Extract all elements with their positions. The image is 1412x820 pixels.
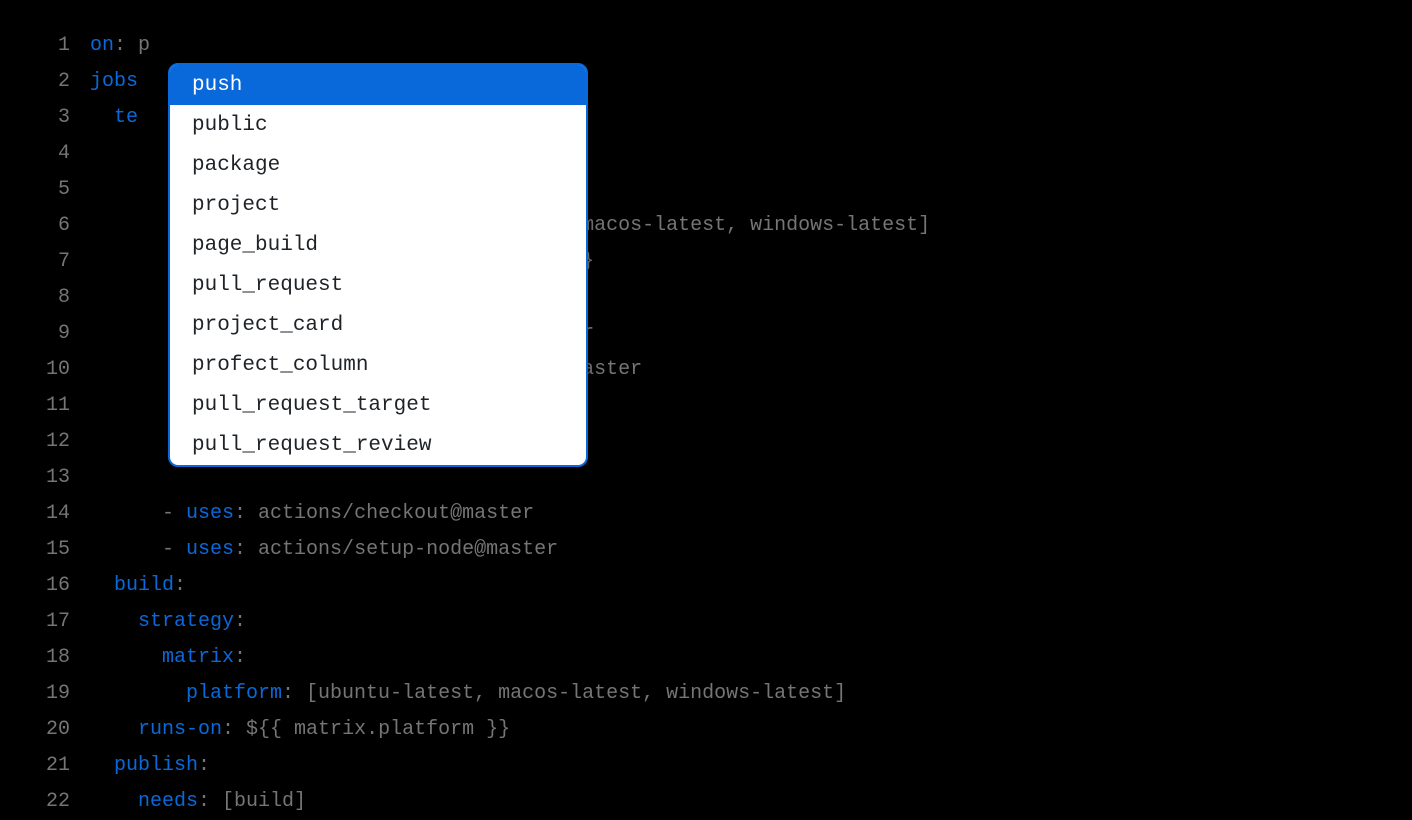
yaml-colon: :: [234, 538, 258, 561]
line-number: 1: [58, 28, 70, 64]
line-number: 6: [58, 208, 70, 244]
code-line[interactable]: needs: [build]: [90, 784, 1412, 820]
yaml-colon: :: [198, 790, 222, 813]
yaml-indent: [90, 790, 138, 813]
autocomplete-item-public[interactable]: public: [170, 105, 586, 145]
yaml-value: [build]: [222, 790, 306, 813]
yaml-key: runs-on: [138, 718, 222, 741]
autocomplete-item-profect-column[interactable]: profect_column: [170, 345, 586, 385]
line-number: 15: [46, 532, 70, 568]
code-line[interactable]: on: p: [90, 28, 1412, 64]
yaml-colon: :: [234, 610, 246, 633]
line-number: 14: [46, 496, 70, 532]
line-number: 17: [46, 604, 70, 640]
yaml-colon: :: [174, 574, 186, 597]
yaml-indent: [90, 718, 138, 741]
autocomplete-item-push[interactable]: push: [170, 65, 586, 105]
yaml-key: matrix: [162, 646, 234, 669]
line-number: 2: [58, 64, 70, 100]
yaml-key: on: [90, 34, 114, 57]
autocomplete-item-package[interactable]: package: [170, 145, 586, 185]
autocomplete-item-pull-request[interactable]: pull_request: [170, 265, 586, 305]
yaml-key: uses: [186, 538, 234, 561]
yaml-indent: [90, 574, 114, 597]
yaml-indent: [90, 610, 138, 633]
line-number: 7: [58, 244, 70, 280]
line-number: 4: [58, 136, 70, 172]
yaml-value: actions/setup-node@master: [258, 538, 558, 561]
code-line[interactable]: strategy:: [90, 604, 1412, 640]
autocomplete-popup[interactable]: push public package project page_build p…: [168, 63, 588, 467]
line-number-gutter: 1 2 3 4 5 6 7 8 9 10 11 12 13 14 15 16 1…: [0, 28, 90, 820]
yaml-value: p: [138, 34, 150, 57]
yaml-colon: :: [234, 646, 246, 669]
line-number: 13: [46, 460, 70, 496]
yaml-colon: :: [282, 682, 306, 705]
line-number: 20: [46, 712, 70, 748]
code-line[interactable]: - uses: actions/setup-node@master: [90, 532, 1412, 568]
yaml-key: needs: [138, 790, 198, 813]
yaml-colon: :: [222, 718, 246, 741]
yaml-key: platform: [186, 682, 282, 705]
code-line[interactable]: publish:: [90, 748, 1412, 784]
line-number: 21: [46, 748, 70, 784]
autocomplete-item-project[interactable]: project: [170, 185, 586, 225]
yaml-colon: :: [234, 502, 258, 525]
yaml-key: publish: [114, 754, 198, 777]
yaml-key: uses: [186, 502, 234, 525]
line-number: 3: [58, 100, 70, 136]
line-number: 22: [46, 784, 70, 820]
yaml-indent: [90, 646, 162, 669]
autocomplete-item-page-build[interactable]: page_build: [170, 225, 586, 265]
yaml-indent: [90, 682, 186, 705]
yaml-indent: -: [90, 538, 186, 561]
yaml-colon: :: [198, 754, 210, 777]
line-number: 5: [58, 172, 70, 208]
yaml-key: strategy: [138, 610, 234, 633]
line-number: 19: [46, 676, 70, 712]
yaml-colon: :: [114, 34, 138, 57]
yaml-indent: [90, 106, 114, 129]
yaml-indent: [90, 754, 114, 777]
line-number: 10: [46, 352, 70, 388]
code-line[interactable]: matrix:: [90, 640, 1412, 676]
yaml-value: , macos-latest, windows-latest]: [558, 214, 930, 237]
yaml-key: jobs: [90, 70, 138, 93]
yaml-value: ${{ matrix.platform }}: [246, 718, 510, 741]
line-number: 9: [58, 316, 70, 352]
autocomplete-item-project-card[interactable]: project_card: [170, 305, 586, 345]
yaml-key: build: [114, 574, 174, 597]
code-line[interactable]: platform: [ubuntu-latest, macos-latest, …: [90, 676, 1412, 712]
autocomplete-item-pull-request-review[interactable]: pull_request_review: [170, 425, 586, 465]
line-number: 16: [46, 568, 70, 604]
yaml-indent: -: [90, 502, 186, 525]
line-number: 18: [46, 640, 70, 676]
code-line[interactable]: build:: [90, 568, 1412, 604]
line-number: 12: [46, 424, 70, 460]
line-number: 11: [46, 388, 70, 424]
autocomplete-item-pull-request-target[interactable]: pull_request_target: [170, 385, 586, 425]
yaml-value: aster: [582, 358, 642, 381]
code-line[interactable]: runs-on: ${{ matrix.platform }}: [90, 712, 1412, 748]
line-number: 8: [58, 280, 70, 316]
yaml-value: [ubuntu-latest, macos-latest, windows-la…: [306, 682, 846, 705]
yaml-key: te: [114, 106, 138, 129]
yaml-value: actions/checkout@master: [258, 502, 534, 525]
code-line[interactable]: - uses: actions/checkout@master: [90, 496, 1412, 532]
